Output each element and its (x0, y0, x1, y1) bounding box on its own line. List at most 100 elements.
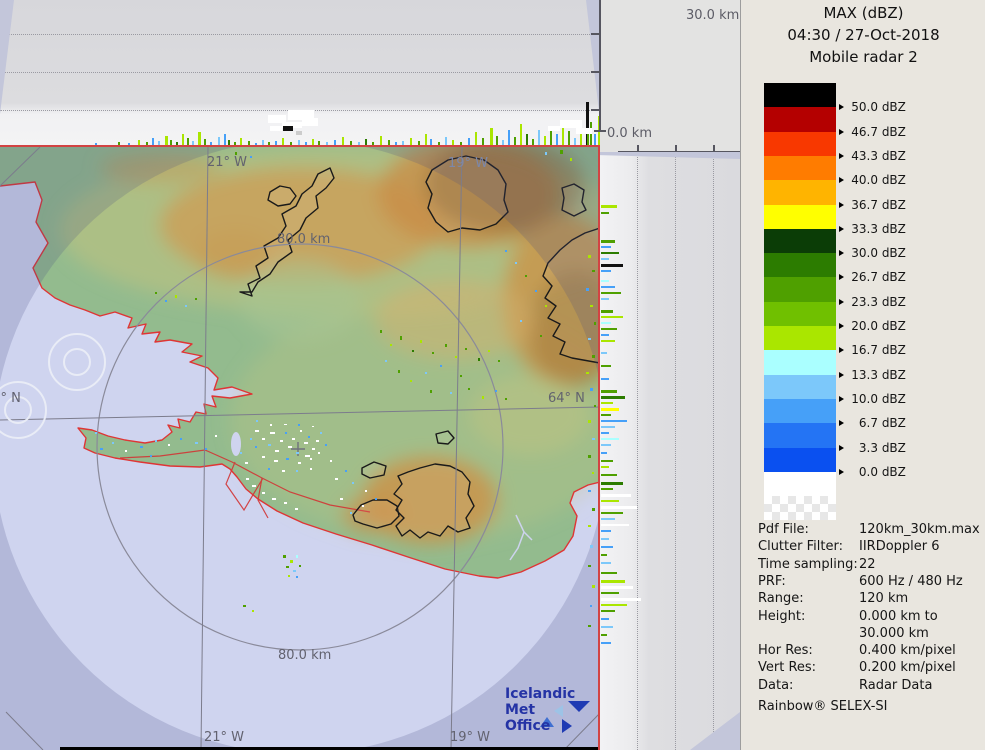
radar-echo (280, 440, 283, 442)
radar-echo (520, 320, 522, 322)
metadata-row: PRF: 600 Hz / 480 Hz (758, 574, 978, 589)
radar-echo (195, 442, 198, 444)
right-cross-section-panel[interactable] (600, 152, 740, 750)
right-echo-layer (600, 152, 740, 750)
radar-echo (601, 352, 607, 354)
radar-echo (601, 604, 627, 606)
radar-echo (586, 372, 589, 374)
radar-echo (601, 378, 609, 380)
radar-echo (286, 458, 289, 460)
radar-echo (601, 586, 633, 589)
radar-echo (300, 430, 302, 432)
radar-echo (592, 585, 595, 588)
radar-echo (165, 300, 167, 302)
radar-echo (302, 118, 318, 126)
radar-echo (285, 432, 287, 434)
radar-echo (298, 462, 301, 464)
map-label: 19° W (450, 730, 490, 745)
software-brand: Rainbow® SELEX-SI (758, 699, 978, 714)
radar-echo (468, 388, 470, 390)
radar-echo (592, 472, 594, 474)
radar-echo (286, 566, 289, 568)
radar-echo (195, 298, 197, 300)
metadata-row: Height:0.000 km to (758, 609, 978, 624)
metadata-row: Time sampling:22 (758, 557, 978, 572)
radar-echo (440, 365, 442, 367)
radar-echo (310, 468, 312, 470)
radar-echo (95, 432, 97, 434)
map-right-border (598, 147, 600, 750)
top-cross-section-panel[interactable] (0, 0, 600, 147)
radar-echo (305, 455, 310, 457)
metadata-label: Clutter Filter: (758, 539, 843, 554)
radar-echo (284, 424, 287, 425)
radar-echo (420, 340, 422, 343)
radar-echo (155, 292, 157, 294)
radar-echo (590, 545, 593, 548)
radar-echo (601, 280, 609, 282)
radar-echo (312, 448, 315, 450)
radar-echo (293, 570, 296, 572)
radar-echo (350, 512, 352, 514)
radar-echo (505, 250, 507, 252)
glacier-myrdalsjokull (394, 464, 474, 538)
radar-echo (168, 444, 170, 446)
radar-echo (601, 408, 619, 411)
radar-echo (601, 402, 613, 404)
radar-echo (252, 610, 254, 612)
radar-echo (601, 414, 611, 416)
radar-echo (365, 490, 367, 492)
radar-echo (175, 295, 177, 298)
metadata-label: Height: (758, 609, 805, 624)
metadata-row: Hor Res:0.400 km/pixel (758, 643, 978, 658)
radar-echo (601, 518, 615, 520)
metadata-value: 30.000 km (859, 626, 929, 641)
radar-echo (588, 525, 591, 527)
height-ruler-vertical (599, 0, 601, 131)
radar-echo (508, 130, 510, 146)
top-echo-layer (0, 0, 600, 147)
radar-echo (525, 275, 527, 277)
radar-echo (594, 405, 596, 407)
map-label: 80.0 km (278, 648, 331, 663)
radar-echo (601, 610, 615, 612)
metadata-label: PRF: (758, 574, 786, 589)
radar-echo (325, 444, 327, 446)
radar-echo (601, 322, 611, 324)
radar-echo (601, 316, 623, 318)
logo-text-line2: Office (505, 718, 600, 734)
map-view[interactable]: Icelandic Met Office 21° W19° W80.0 km64… (0, 147, 600, 750)
radar-echo (296, 131, 302, 135)
map-label: 19° W (448, 156, 488, 171)
radar-echo (538, 130, 540, 146)
radar-echo (601, 592, 619, 594)
radar-echo (588, 490, 591, 492)
radar-echo (282, 470, 285, 472)
radar-echo (590, 305, 593, 307)
radar-echo (268, 468, 270, 470)
radar-app-window: Icelandic Met Office 21° W19° W80.0 km64… (0, 0, 985, 750)
radar-echo (155, 440, 157, 442)
radar-echo (548, 126, 560, 131)
radar-echo (535, 290, 537, 292)
radar-echo (601, 246, 611, 248)
radar-echo (601, 466, 609, 468)
radar-echo (380, 330, 382, 333)
radar-echo (601, 396, 625, 399)
radar-echo (246, 478, 249, 480)
radar-echo (601, 642, 611, 644)
radar-echo (545, 305, 547, 307)
zero-height-label: 0.0 km (607, 126, 652, 141)
radar-echo (215, 435, 217, 437)
radar-echo (320, 432, 322, 434)
radar-echo (478, 358, 480, 361)
metadata-value: IIRDoppler 6 (859, 539, 940, 554)
radar-echo (445, 344, 447, 347)
metadata-value: 600 Hz / 480 Hz (859, 574, 963, 589)
radar-echo (588, 255, 591, 258)
radar-echo (272, 498, 276, 500)
map-label: 64° N (548, 391, 585, 406)
radar-echo (588, 455, 591, 458)
radar-echo (601, 546, 613, 548)
radar-echo (601, 444, 611, 446)
